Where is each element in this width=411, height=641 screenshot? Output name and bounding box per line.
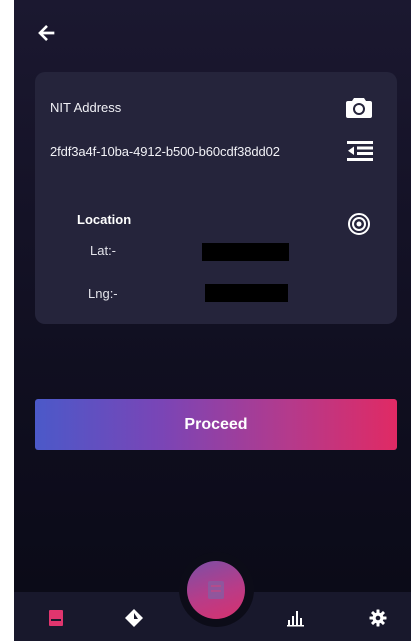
latitude-value-redacted xyxy=(202,243,289,261)
wallet-icon[interactable] xyxy=(46,608,66,628)
scan-icon xyxy=(208,581,224,599)
latitude-label: Lat:- xyxy=(90,243,117,258)
bar-chart-icon[interactable] xyxy=(286,608,306,628)
scan-button[interactable] xyxy=(187,561,245,619)
app-screen: NIT Address 2fdf3a4f-10ba-4912-b500-b60c… xyxy=(14,0,411,641)
arrow-left-icon[interactable] xyxy=(36,22,58,44)
proceed-button[interactable]: Proceed xyxy=(35,399,397,450)
location-label: Location xyxy=(77,212,132,227)
nit-address-label: NIT Address xyxy=(50,100,122,115)
nit-address-value: 2fdf3a4f-10ba-4912-b500-b60cdf38dd02 xyxy=(50,144,280,159)
gear-icon[interactable] xyxy=(368,608,388,628)
list-indent-icon[interactable] xyxy=(347,141,373,161)
target-icon[interactable] xyxy=(347,212,371,236)
nit-card: NIT Address 2fdf3a4f-10ba-4912-b500-b60c… xyxy=(35,72,397,324)
camera-icon[interactable] xyxy=(345,96,373,120)
diamond-icon[interactable] xyxy=(124,608,144,628)
longitude-value-redacted xyxy=(205,284,288,302)
longitude-label: Lng:- xyxy=(88,286,118,301)
